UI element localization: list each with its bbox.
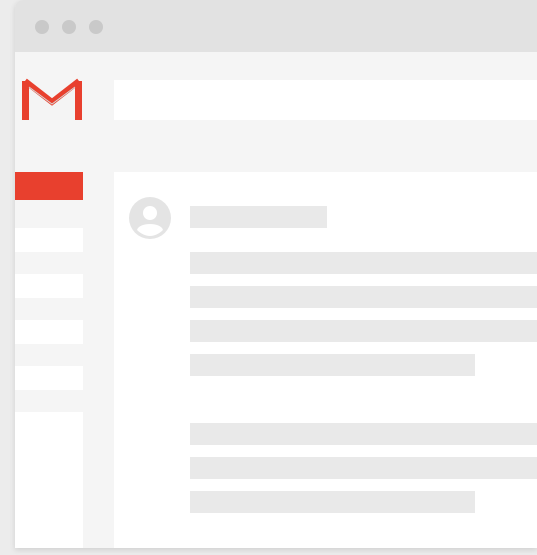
sender-placeholder: [190, 206, 327, 228]
sidebar-item[interactable]: [15, 274, 83, 298]
sidebar-item[interactable]: [15, 228, 83, 252]
window-maximize-button[interactable]: [89, 20, 103, 34]
window-titlebar: [15, 0, 537, 52]
message-pane: [114, 172, 537, 548]
text-line-placeholder: [190, 423, 537, 445]
sidebar-item[interactable]: [15, 320, 83, 344]
search-bar[interactable]: [114, 80, 537, 120]
browser-window: [15, 0, 537, 548]
text-line-placeholder: [190, 286, 537, 308]
text-line-placeholder: [190, 320, 537, 342]
window-minimize-button[interactable]: [62, 20, 76, 34]
window-close-button[interactable]: [35, 20, 49, 34]
account-circle-icon: [128, 196, 172, 240]
text-line-placeholder: [190, 252, 537, 274]
sidebar-filler: [15, 412, 83, 548]
gmail-logo-icon[interactable]: [22, 78, 82, 123]
text-line-placeholder: [190, 457, 537, 479]
sidebar-item-inbox[interactable]: [15, 172, 83, 200]
text-line-placeholder: [190, 491, 475, 513]
text-line-placeholder: [190, 354, 475, 376]
sidebar-item[interactable]: [15, 366, 83, 390]
